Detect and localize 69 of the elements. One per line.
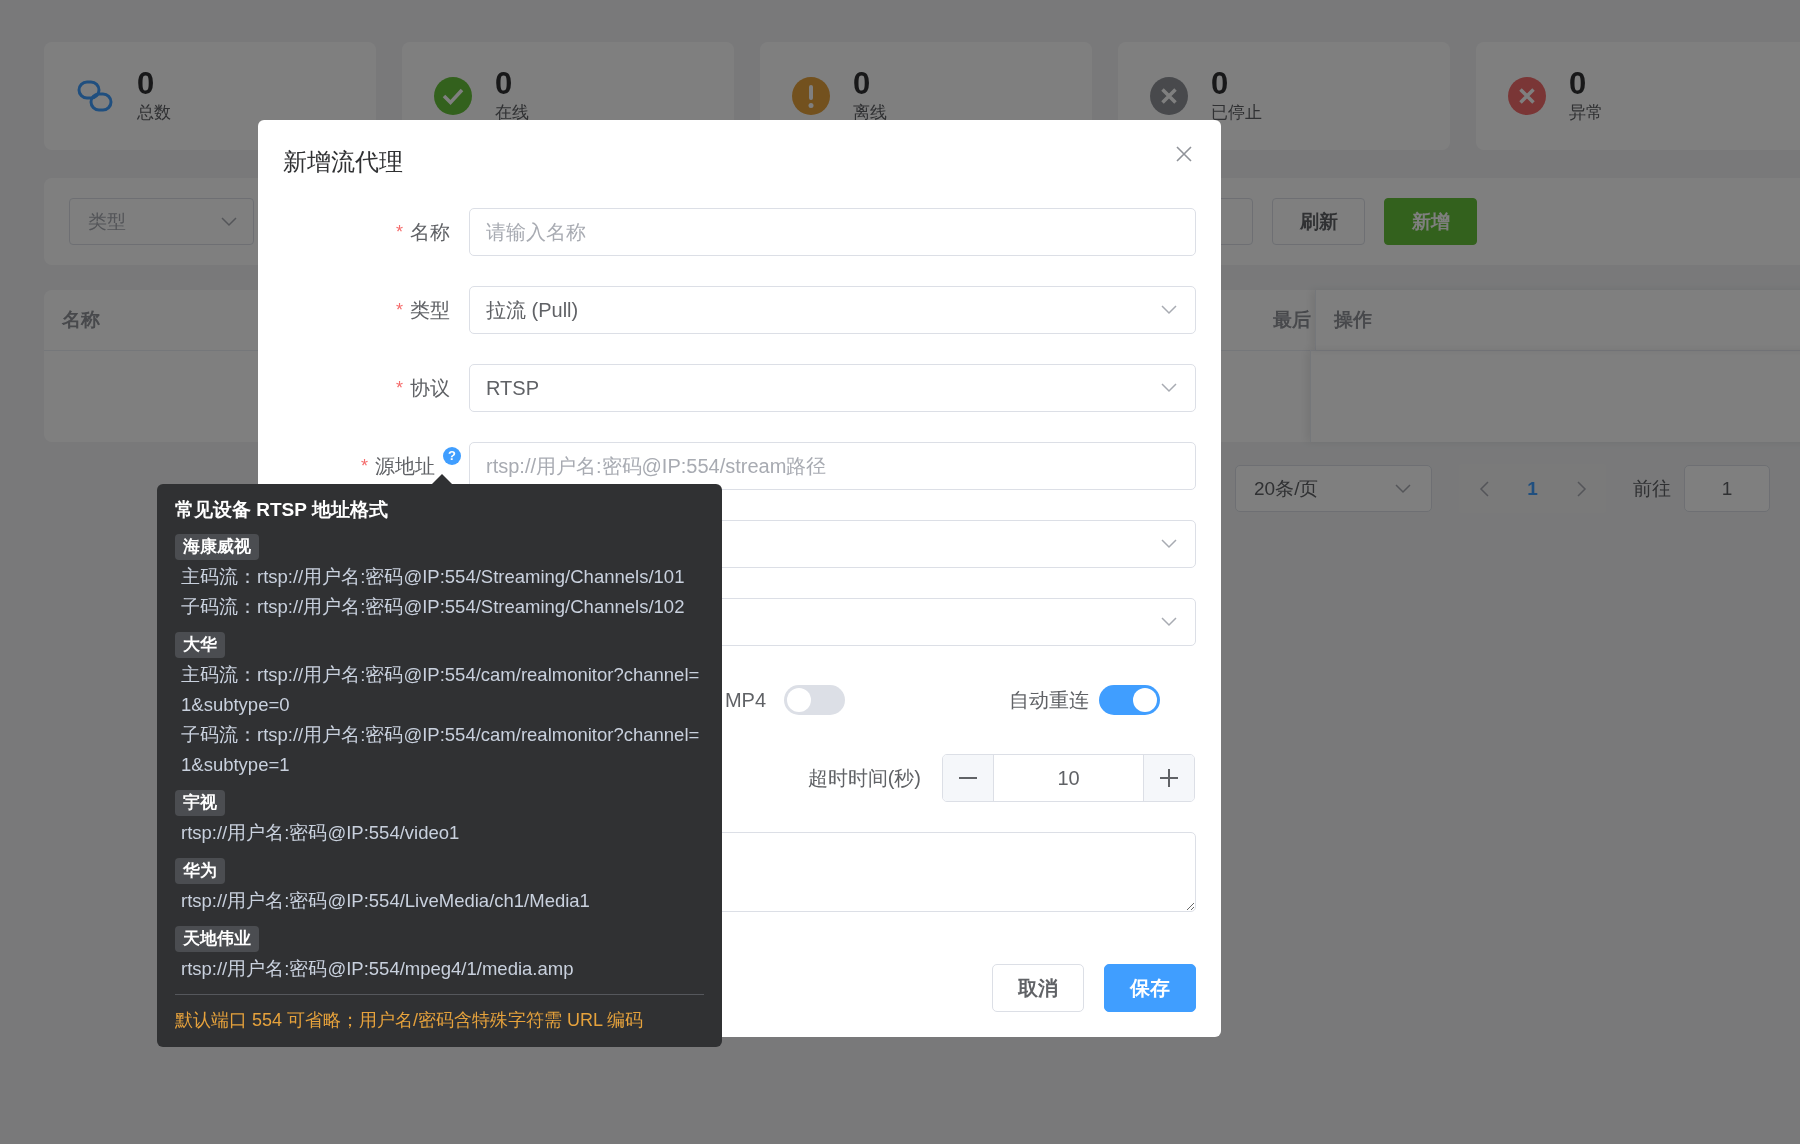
chevron-down-icon (1161, 617, 1177, 627)
dialog-title: 新增流代理 (283, 147, 403, 177)
check-circle-icon (433, 76, 473, 116)
refresh-button[interactable]: 刷新 (1272, 198, 1365, 245)
cancel-button[interactable]: 取消 (992, 964, 1084, 1012)
close-button[interactable] (1176, 146, 1192, 162)
stat-label: 在线 (495, 102, 529, 124)
text-input[interactable]: 请输入名称 (469, 208, 1196, 256)
vendor-tag: 大华 (175, 632, 225, 658)
required-mark: * (396, 221, 403, 243)
select-field[interactable]: RTSP (469, 364, 1196, 412)
stat-value: 0 (1569, 67, 1588, 101)
vendor-tag: 宇视 (175, 790, 225, 816)
url-example: 主码流：rtsp://用户名:密码@IP:554/Streaming/Channels/101 (180, 565, 686, 589)
tooltip-title: 常见设备 RTSP 地址格式 (175, 498, 389, 522)
chevron-down-icon (1161, 539, 1177, 549)
chevron-down-icon (1395, 483, 1411, 494)
vendor-tag: 海康威视 (175, 534, 259, 560)
url-example: rtsp://用户名:密码@IP:554/video1 (180, 821, 461, 845)
warning-circle-icon (791, 76, 831, 116)
url-example: 子码流：rtsp://用户名:密码@IP:554/cam/realmonitor?channel=1&subtype=1 (180, 723, 701, 777)
stat-label: 总数 (137, 102, 171, 124)
field-label: 协议 (410, 375, 450, 401)
chevron-left-icon (1478, 480, 1489, 497)
number-stepper[interactable]: 10 (942, 754, 1195, 802)
vendor-tag: 天地伟业 (175, 926, 259, 952)
stat-label: 已停止 (1211, 102, 1262, 124)
close-circle-icon (1507, 76, 1547, 116)
increment-button[interactable] (1143, 755, 1194, 801)
required-mark: * (396, 299, 403, 321)
help-icon[interactable]: ? (443, 446, 461, 465)
url-example: rtsp://用户名:密码@IP:554/mpeg4/1/media.amp (180, 957, 575, 981)
add-button[interactable]: 新增 (1384, 198, 1477, 245)
goto-page-input[interactable]: 1 (1684, 465, 1770, 512)
stat-value: 0 (853, 67, 872, 101)
chevron-right-icon (1576, 480, 1587, 497)
switch-label: 自动重连 (1008, 687, 1089, 713)
select-field[interactable]: 拉流 (Pull) (469, 286, 1196, 334)
close-icon (1176, 146, 1192, 162)
field-label: 源地址 (375, 453, 435, 479)
required-mark: * (361, 455, 368, 477)
url-example: rtsp://用户名:密码@IP:554/LiveMedia/ch1/Media1 (180, 889, 591, 913)
page-number[interactable]: 1 (1508, 464, 1557, 513)
stat-label: 异常 (1569, 102, 1603, 124)
tooltip-note: 默认端口 554 可省略；用户名/密码含特殊字符需 URL 编码 (175, 994, 704, 1033)
field-label: 超时时间(秒) (806, 765, 921, 791)
chevron-down-icon (1161, 305, 1177, 315)
stat-value: 0 (495, 67, 514, 101)
chevron-down-icon (221, 216, 237, 227)
plus-icon (1160, 769, 1178, 787)
field-label: 名称 (410, 219, 450, 245)
stat-value: 0 (1211, 67, 1230, 101)
goto-label: 前往 (1633, 476, 1671, 501)
toggle-switch[interactable] (784, 685, 845, 715)
switch-label: MP4 (723, 688, 766, 712)
field-label: 类型 (410, 297, 450, 323)
save-button[interactable]: 保存 (1104, 964, 1196, 1012)
page-size-select[interactable]: 20条/页 (1235, 465, 1432, 512)
minus-icon (959, 777, 977, 779)
stat-label: 离线 (853, 102, 887, 124)
url-example: 子码流：rtsp://用户名:密码@IP:554/Streaming/Channels/102 (180, 595, 686, 619)
chevron-down-icon (1161, 383, 1177, 393)
toggle-switch[interactable] (1099, 685, 1160, 715)
text-input[interactable]: rtsp://用户名:密码@IP:554/stream路径 (469, 442, 1196, 490)
url-example: 主码流：rtsp://用户名:密码@IP:554/cam/realmonitor?channel=1&subtype=0 (180, 663, 701, 717)
vendor-tag: 华为 (175, 858, 225, 884)
close-circle-icon (1149, 76, 1189, 116)
stat-value: 0 (137, 67, 156, 101)
required-mark: * (396, 377, 403, 399)
